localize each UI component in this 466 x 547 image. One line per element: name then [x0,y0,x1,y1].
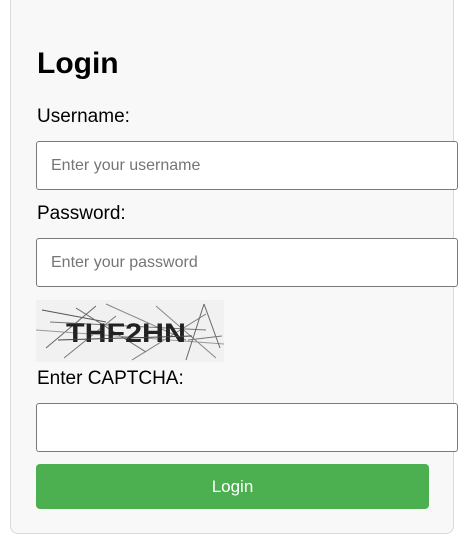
login-button[interactable]: Login [36,464,429,509]
password-label: Password: [37,203,126,224]
page-title: Login [37,47,119,80]
captcha-label: Enter CAPTCHA: [37,368,184,389]
captcha-text: THF2HN [66,318,186,348]
username-input[interactable] [36,141,458,190]
password-input[interactable] [36,238,458,287]
captcha-image: THF2HN [36,300,224,362]
username-label: Username: [37,106,130,127]
captcha-input[interactable] [36,403,458,452]
